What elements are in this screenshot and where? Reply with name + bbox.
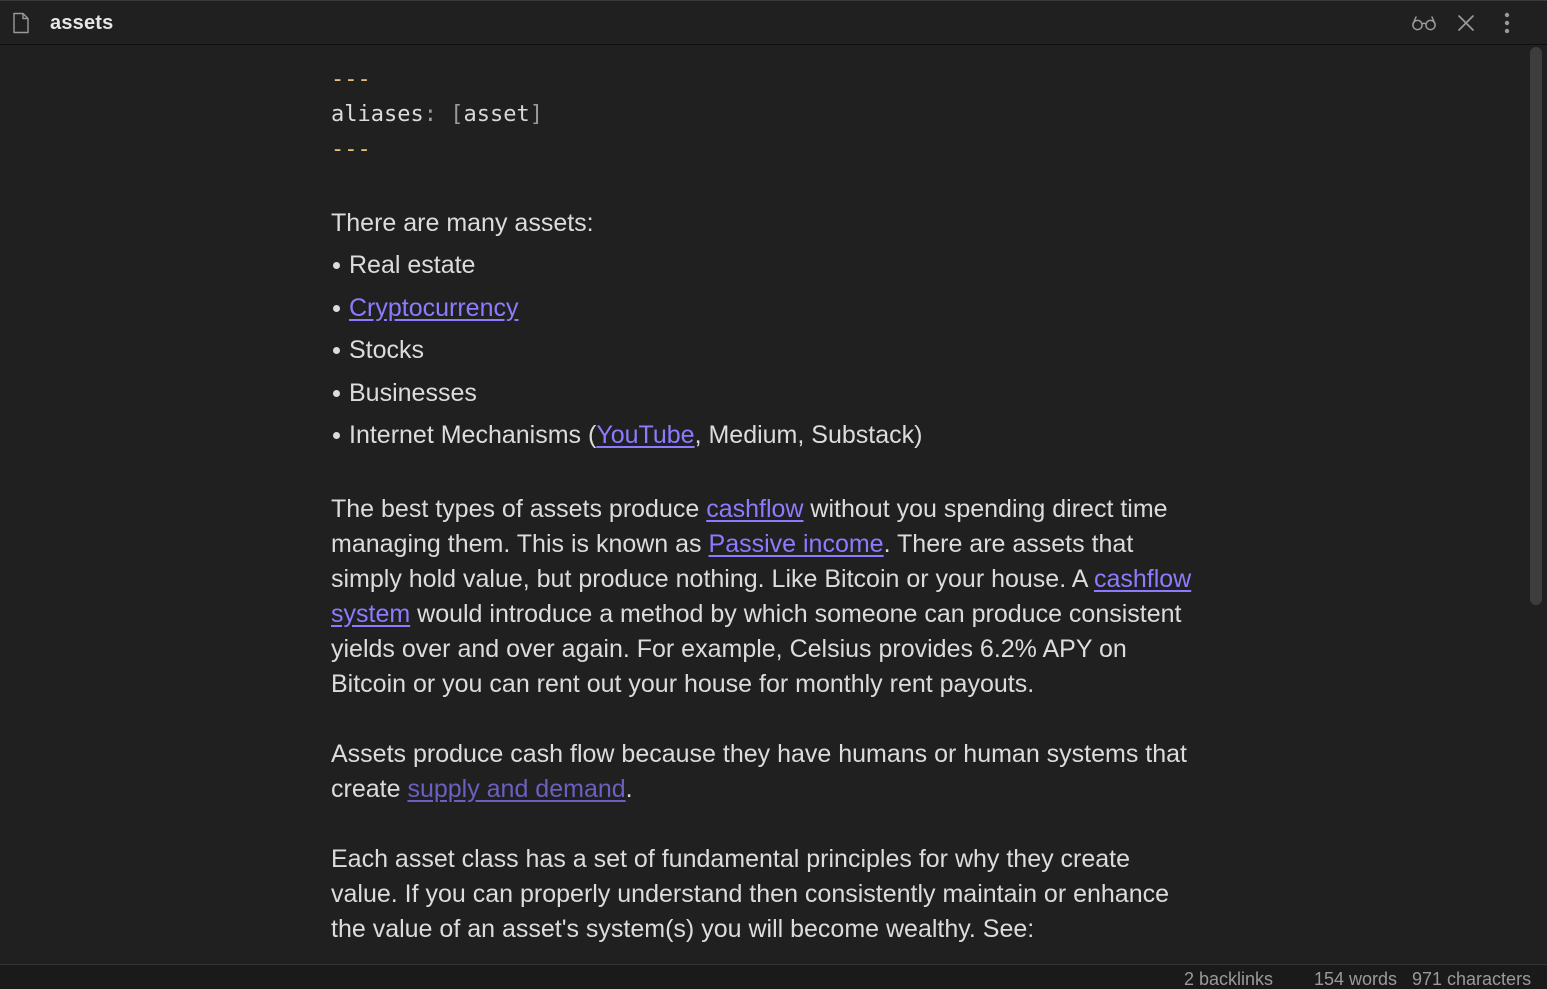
scrollbar-thumb[interactable] xyxy=(1530,47,1542,605)
intro-text: There are many assets: xyxy=(331,209,594,237)
list-item: Internet Mechanisms (YouTube, Medium, Su… xyxy=(331,414,1201,457)
frontmatter-open: --- xyxy=(331,67,371,92)
list-item: Businesses xyxy=(331,372,1201,415)
bullet xyxy=(333,389,340,397)
bullet xyxy=(333,347,340,354)
close-icon[interactable] xyxy=(1453,10,1479,36)
list-item: Real estate xyxy=(331,244,1201,287)
list-item-text: Internet Mechanisms ( xyxy=(349,421,597,449)
list-item-text: Real estate xyxy=(349,251,476,279)
note-body[interactable]: --- aliases: [asset] --- There are many … xyxy=(331,62,1201,947)
paragraph-cashflow: The best types of assets produce cashflo… xyxy=(331,492,1201,702)
note-title[interactable]: assets xyxy=(50,12,113,35)
character-count: 971 characters xyxy=(1412,969,1532,989)
frontmatter-bracket-close: ] xyxy=(529,102,543,127)
glasses-icon[interactable] xyxy=(1411,10,1437,36)
bullet xyxy=(333,262,340,269)
bullet xyxy=(333,432,340,439)
link-youtube[interactable]: YouTube xyxy=(596,421,694,449)
list-item: Stocks xyxy=(331,329,1201,372)
paragraph-asset-class: Each asset class has a set of fundamenta… xyxy=(331,842,1201,947)
frontmatter-bracket-open: [ xyxy=(450,102,464,127)
paragraph-text: Each asset class has a set of fundamenta… xyxy=(331,844,1170,943)
frontmatter-colon: : xyxy=(423,102,437,127)
word-count: 154 words xyxy=(1314,969,1398,989)
link-cashflow[interactable]: cashflow xyxy=(706,495,803,523)
more-vertical-icon[interactable] xyxy=(1494,10,1520,36)
paragraph-supply-demand: Assets produce cash flow because they ha… xyxy=(331,737,1201,807)
link-supply-and-demand[interactable]: supply and demand xyxy=(407,775,625,803)
paragraph-text: . xyxy=(625,774,633,803)
editor-content[interactable]: --- aliases: [asset] --- There are many … xyxy=(0,46,1528,964)
link-passive-income[interactable]: Passive income xyxy=(709,530,884,558)
list-item-text: , Medium, Substack) xyxy=(694,421,923,449)
paragraph-text: would introduce a method by which someon… xyxy=(331,599,1182,698)
view-header: assets xyxy=(0,0,1547,45)
status-bar: 2 backlinks 154 words 971 characters xyxy=(0,964,1547,989)
asset-list: Real estate Cryptocurrency Stocks Busine… xyxy=(331,244,1201,457)
backlinks-count[interactable]: 2 backlinks xyxy=(1184,969,1273,989)
note-window: assets --- aliases: [asset] --- There ar… xyxy=(0,0,1547,989)
paragraph-text: The best types of assets produce xyxy=(331,494,707,523)
bullet xyxy=(333,304,340,312)
frontmatter-aliases-line: aliases: [asset] xyxy=(331,97,1201,132)
list-item: Cryptocurrency xyxy=(331,287,1201,330)
scrollbar[interactable] xyxy=(1528,46,1547,964)
frontmatter-value: asset xyxy=(463,102,530,127)
frontmatter-close: --- xyxy=(331,137,371,162)
list-item-text: Stocks xyxy=(349,336,425,364)
frontmatter-key: aliases xyxy=(331,102,424,127)
list-item-text: Businesses xyxy=(349,378,477,407)
link-cryptocurrency[interactable]: Cryptocurrency xyxy=(349,294,519,322)
file-icon xyxy=(11,12,31,34)
